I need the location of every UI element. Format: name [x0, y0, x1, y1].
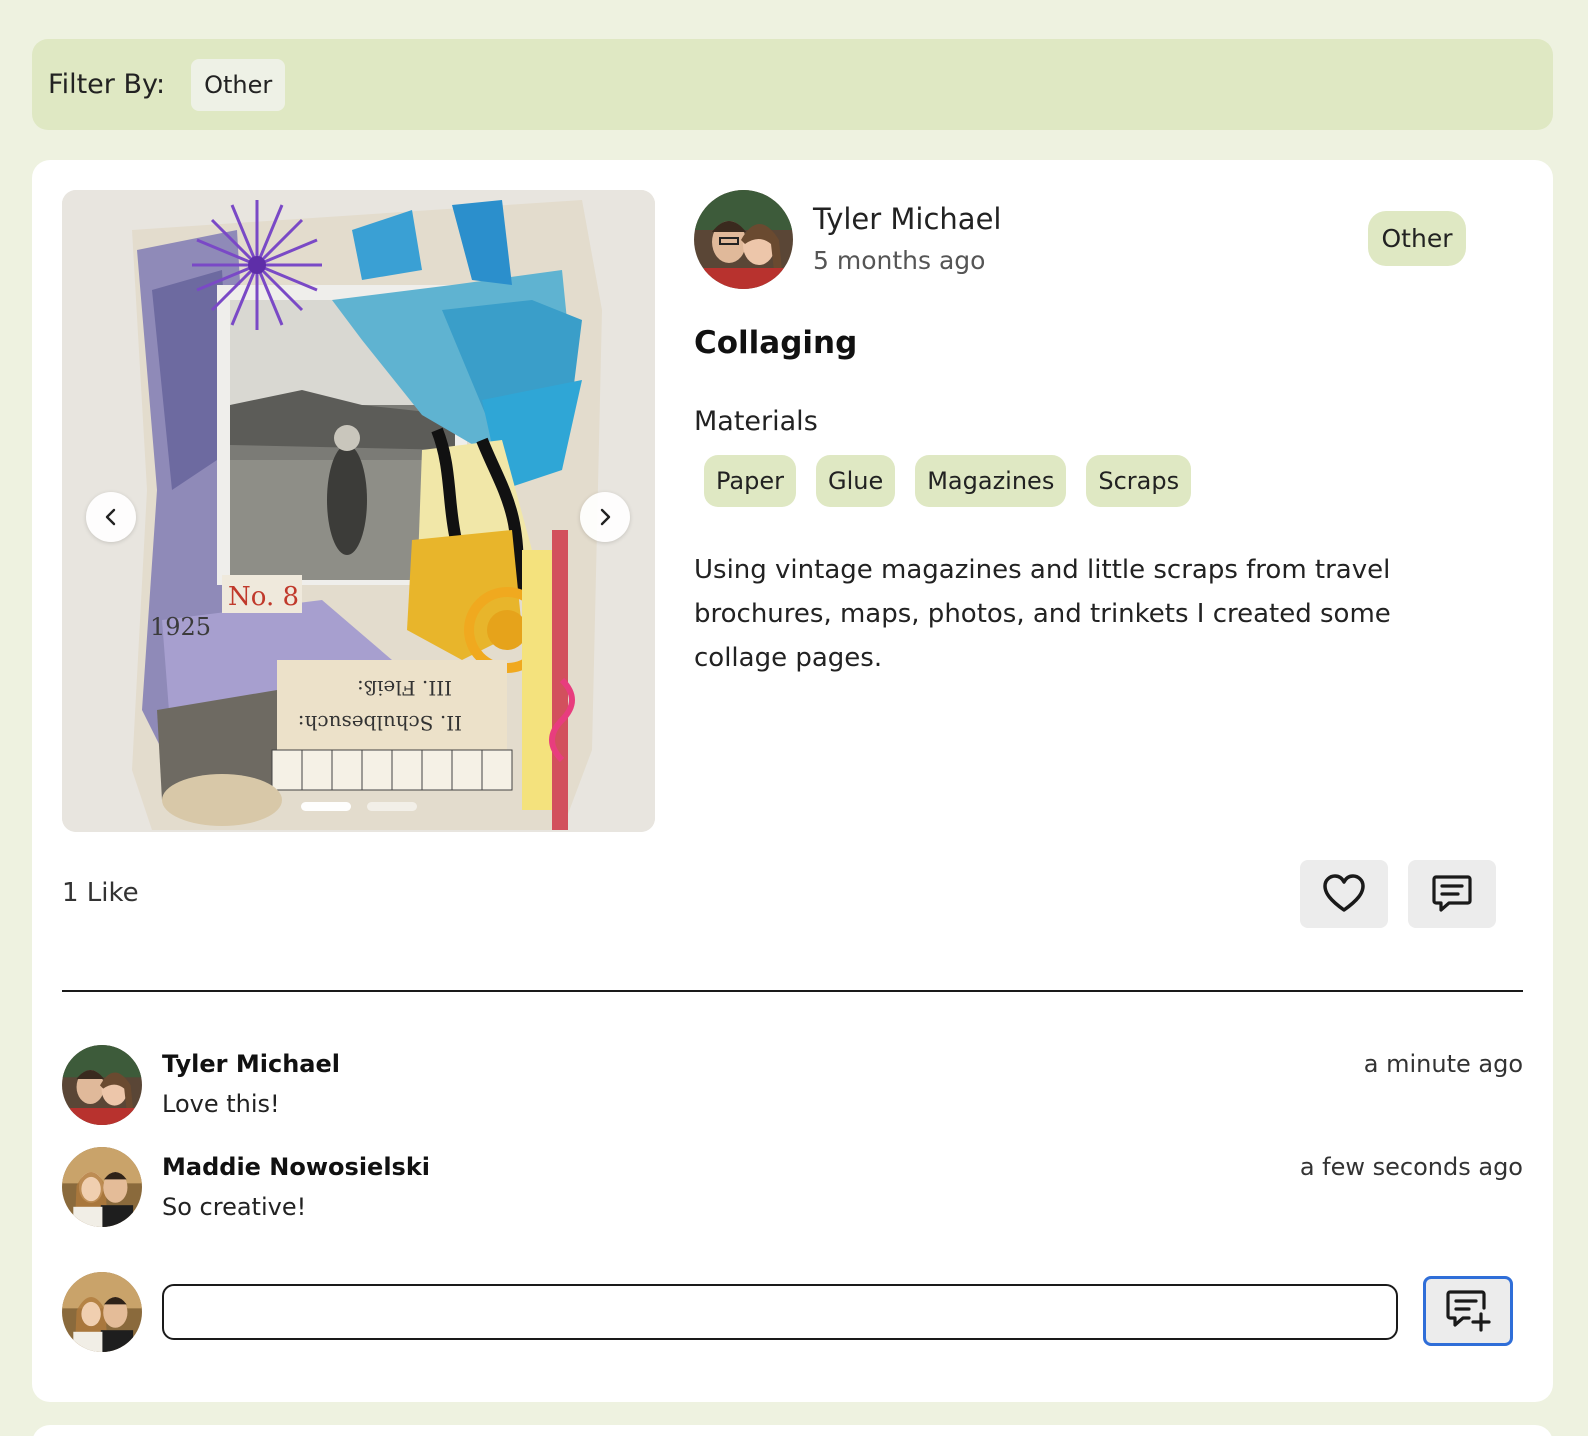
comment-avatar[interactable]: [62, 1147, 142, 1227]
comment-time: a minute ago: [1363, 1050, 1523, 1078]
image-carousel[interactable]: No. 8 1925 III. Fleiß: II. Schulbesuch:: [62, 190, 655, 832]
carousel-next-button[interactable]: [580, 492, 630, 542]
carousel-indicator-2[interactable]: [367, 802, 417, 811]
materials-list: Paper Glue Magazines Scraps: [704, 455, 1192, 507]
comment-input[interactable]: [162, 1284, 1398, 1340]
author-name[interactable]: Tyler Michael: [813, 202, 1001, 236]
comment-text: Love this!: [162, 1090, 280, 1118]
filter-chip-other[interactable]: Other: [191, 58, 286, 111]
comment-time: a few seconds ago: [1299, 1153, 1523, 1181]
post-description: Using vintage magazines and little scrap…: [694, 555, 1391, 673]
carousel-indicator-1[interactable]: [301, 802, 351, 811]
submit-comment-button[interactable]: [1423, 1276, 1513, 1346]
like-button[interactable]: [1300, 860, 1388, 928]
svg-text:III. Fleiß:: III. Fleiß:: [357, 676, 452, 700]
material-chip: Scraps: [1086, 455, 1192, 507]
material-chip: Glue: [815, 455, 896, 507]
like-count: 1 Like: [62, 878, 139, 908]
material-chip: Magazines: [915, 455, 1067, 507]
current-user-avatar: [62, 1272, 142, 1352]
filter-label: Filter By:: [48, 69, 166, 100]
carousel-prev-button[interactable]: [86, 492, 136, 542]
heart-icon: [1323, 874, 1365, 912]
comments-divider: [62, 990, 1523, 992]
post-card: No. 8 1925 III. Fleiß: II. Schulbesuch:: [32, 160, 1553, 1402]
collage-image: No. 8 1925 III. Fleiß: II. Schulbesuch:: [62, 190, 655, 832]
category-badge: Other: [1368, 211, 1466, 266]
comment-avatar[interactable]: [62, 1045, 142, 1125]
svg-text:1925: 1925: [150, 613, 211, 641]
chevron-right-icon: [600, 508, 611, 526]
chevron-left-icon: [105, 508, 116, 526]
materials-label: Materials: [694, 406, 818, 437]
svg-text:II. Schulbesuch:: II. Schulbesuch:: [298, 711, 462, 735]
post-title: Collaging: [694, 325, 858, 361]
svg-text:No. 8: No. 8: [228, 582, 299, 612]
comment-icon: [1432, 875, 1472, 912]
post-time: 5 months ago: [813, 246, 986, 275]
filter-bar: Filter By: Other: [32, 39, 1553, 130]
comment-author[interactable]: Tyler Michael: [162, 1050, 340, 1078]
comment-button[interactable]: [1408, 860, 1496, 928]
comment-plus-icon: [1446, 1290, 1491, 1332]
comment-text: So creative!: [162, 1193, 307, 1221]
author-avatar[interactable]: [694, 190, 793, 289]
comment-author[interactable]: Maddie Nowosielski: [162, 1153, 430, 1181]
material-chip: Paper: [704, 455, 796, 507]
next-post-card: [32, 1425, 1553, 1436]
